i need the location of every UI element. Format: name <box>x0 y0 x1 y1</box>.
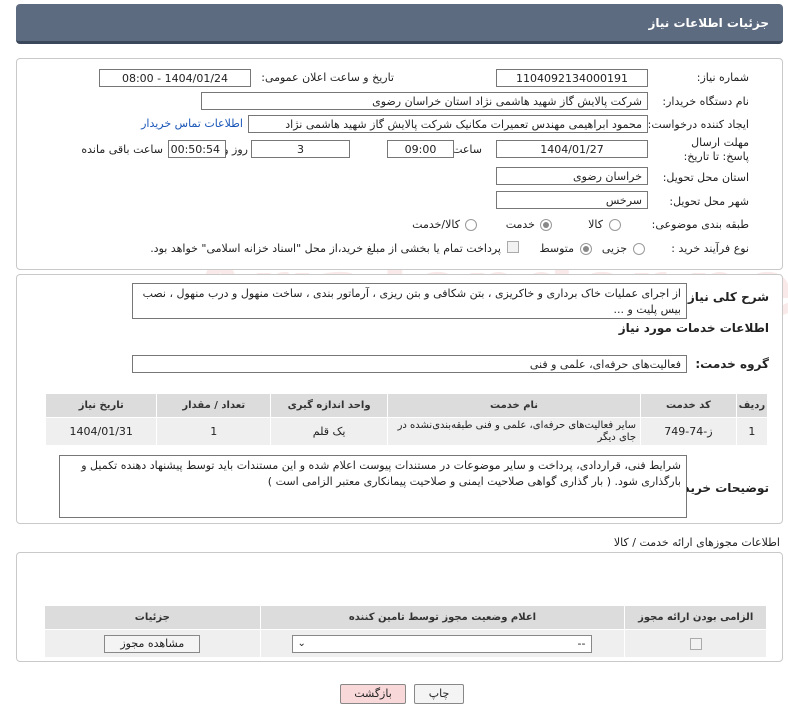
table-row: 1 ز-74-749 سایر فعالیت‌های حرفه‌ای، علمی… <box>44 417 769 446</box>
process-label: نوع فرآیند خرید : <box>671 242 749 255</box>
treasury-payment-text: پرداخت تمام یا بخشی از مبلغ خرید،از محل … <box>150 242 501 255</box>
service-group-label: گروه خدمت: <box>695 357 769 371</box>
requester-label: ایجاد کننده درخواست: <box>647 118 749 131</box>
buyer-notes-textarea[interactable]: شرایط فنی، قراردادی، پرداخت و سایر موضوع… <box>59 455 687 518</box>
col-permit-status: اعلام وضعیت مجوز توسط تامین کننده <box>259 605 626 630</box>
col-code: کد خدمت <box>640 393 737 418</box>
deadline-label: مهلت ارسال پاسخ: تا تاریخ: <box>683 136 749 163</box>
province-field: خراسان رضوی <box>496 167 648 185</box>
province-label: استان محل تحویل: <box>662 171 749 184</box>
permit-status-select[interactable]: -- ⌄ <box>292 634 593 653</box>
page-header: جزئیات اطلاعات نیاز <box>16 4 783 44</box>
days-label: روز و <box>223 143 248 156</box>
permits-section-title: اطلاعات مجوزهای ارائه خدمت / کالا <box>613 536 780 549</box>
col-unit: واحد اندازه گیری <box>270 393 389 418</box>
buyer-field: شرکت پالایش گاز شهید هاشمی نژاد استان خر… <box>201 92 648 110</box>
services-section-title: اطلاعات خدمات مورد نیاز <box>618 321 769 335</box>
permit-status-value: -- <box>577 636 586 650</box>
category-label: طبقه بندی موضوعی: <box>651 218 749 231</box>
deadline-date-field: 1404/01/27 <box>496 140 648 158</box>
category-radio-service[interactable] <box>540 219 552 231</box>
need-number-label: شماره نیاز: <box>696 71 749 84</box>
permits-table: الزامی بودن ارائه مجوز اعلام وضعیت مجوز … <box>44 605 767 658</box>
cell-unit: یک قلم <box>270 417 389 446</box>
category-option-goods: کالا <box>588 218 603 231</box>
category-option-goods-service: کالا/خدمت <box>412 218 460 231</box>
buyer-label: نام دستگاه خریدار: <box>662 95 749 108</box>
col-permit-details: جزئیات <box>44 605 261 630</box>
view-permit-button[interactable]: مشاهده مجوز <box>104 634 201 653</box>
cell-permit-status: -- ⌄ <box>259 629 626 658</box>
days-field: 3 <box>251 140 350 158</box>
announce-label: تاریخ و ساعت اعلان عمومی: <box>261 71 394 84</box>
remaining-label: ساعت باقی مانده <box>81 143 163 156</box>
process-option-medium: متوسط <box>539 242 574 255</box>
print-button[interactable]: چاپ <box>414 684 464 704</box>
col-name: نام خدمت <box>387 393 641 418</box>
description-label: شرح کلی نیاز: <box>683 290 769 304</box>
requester-field: محمود ابراهیمی مهندس تعمیرات مکانیک شرکت… <box>248 115 648 133</box>
buyer-contact-link[interactable]: اطلاعات تماس خریدار <box>141 117 243 130</box>
cell-quantity: 1 <box>156 417 272 446</box>
cell-code: ز-74-749 <box>640 417 737 446</box>
process-radio-minor[interactable] <box>633 243 645 255</box>
process-option-minor: جزیی <box>601 242 627 255</box>
cell-name: سایر فعالیت‌های حرفه‌ای، علمی و فنی طبقه… <box>387 417 641 446</box>
process-radio-medium[interactable] <box>580 243 592 255</box>
cell-permit-details: مشاهده مجوز <box>44 629 261 658</box>
announce-datetime-field: 1404/01/24 - 08:00 <box>99 69 251 87</box>
need-number-field: 1104092134000191 <box>496 69 648 87</box>
permits-panel: الزامی بودن ارائه مجوز اعلام وضعیت مجوز … <box>16 552 783 662</box>
col-quantity: تعداد / مقدار <box>156 393 272 418</box>
treasury-checkbox[interactable] <box>507 241 519 253</box>
services-table: ردیف کد خدمت نام خدمت واحد اندازه گیری ت… <box>44 393 769 446</box>
services-panel: شرح کلی نیاز: از اجرای عملیات خاک برداری… <box>16 274 783 524</box>
remaining-time-field: 00:50:54 <box>168 140 226 158</box>
col-row: ردیف <box>735 393 769 418</box>
city-field: سرخس <box>496 191 648 209</box>
category-radio-goods-service[interactable] <box>465 219 477 231</box>
page-title: جزئیات اطلاعات نیاز <box>648 16 769 30</box>
cell-permit-required <box>624 629 767 658</box>
col-permit-required: الزامی بودن ارائه مجوز <box>624 605 767 630</box>
need-info-panel: شماره نیاز: 1104092134000191 تاریخ و ساع… <box>16 58 783 270</box>
permit-required-checkbox[interactable] <box>689 638 702 650</box>
col-date: تاریخ نیاز <box>44 393 158 418</box>
time-label: ساعت <box>452 143 482 156</box>
description-textarea[interactable]: از اجرای عملیات خاک برداری و خاکریزی ، ب… <box>132 283 687 319</box>
back-button[interactable]: بازگشت <box>340 684 406 704</box>
permits-table-header: الزامی بودن ارائه مجوز اعلام وضعیت مجوز … <box>44 605 767 630</box>
cell-row: 1 <box>735 417 769 446</box>
chevron-down-icon: ⌄ <box>297 637 306 649</box>
deadline-time-field: 09:00 <box>387 140 454 158</box>
services-table-header: ردیف کد خدمت نام خدمت واحد اندازه گیری ت… <box>44 393 769 418</box>
service-group-field: فعالیت‌های حرفه‌ای، علمی و فنی <box>132 355 687 373</box>
table-row: -- ⌄ مشاهده مجوز <box>44 629 767 658</box>
cell-date: 1404/01/31 <box>44 417 158 446</box>
category-option-service: خدمت <box>505 218 535 231</box>
category-radio-goods[interactable] <box>609 219 621 231</box>
city-label: شهر محل تحویل: <box>669 195 749 208</box>
